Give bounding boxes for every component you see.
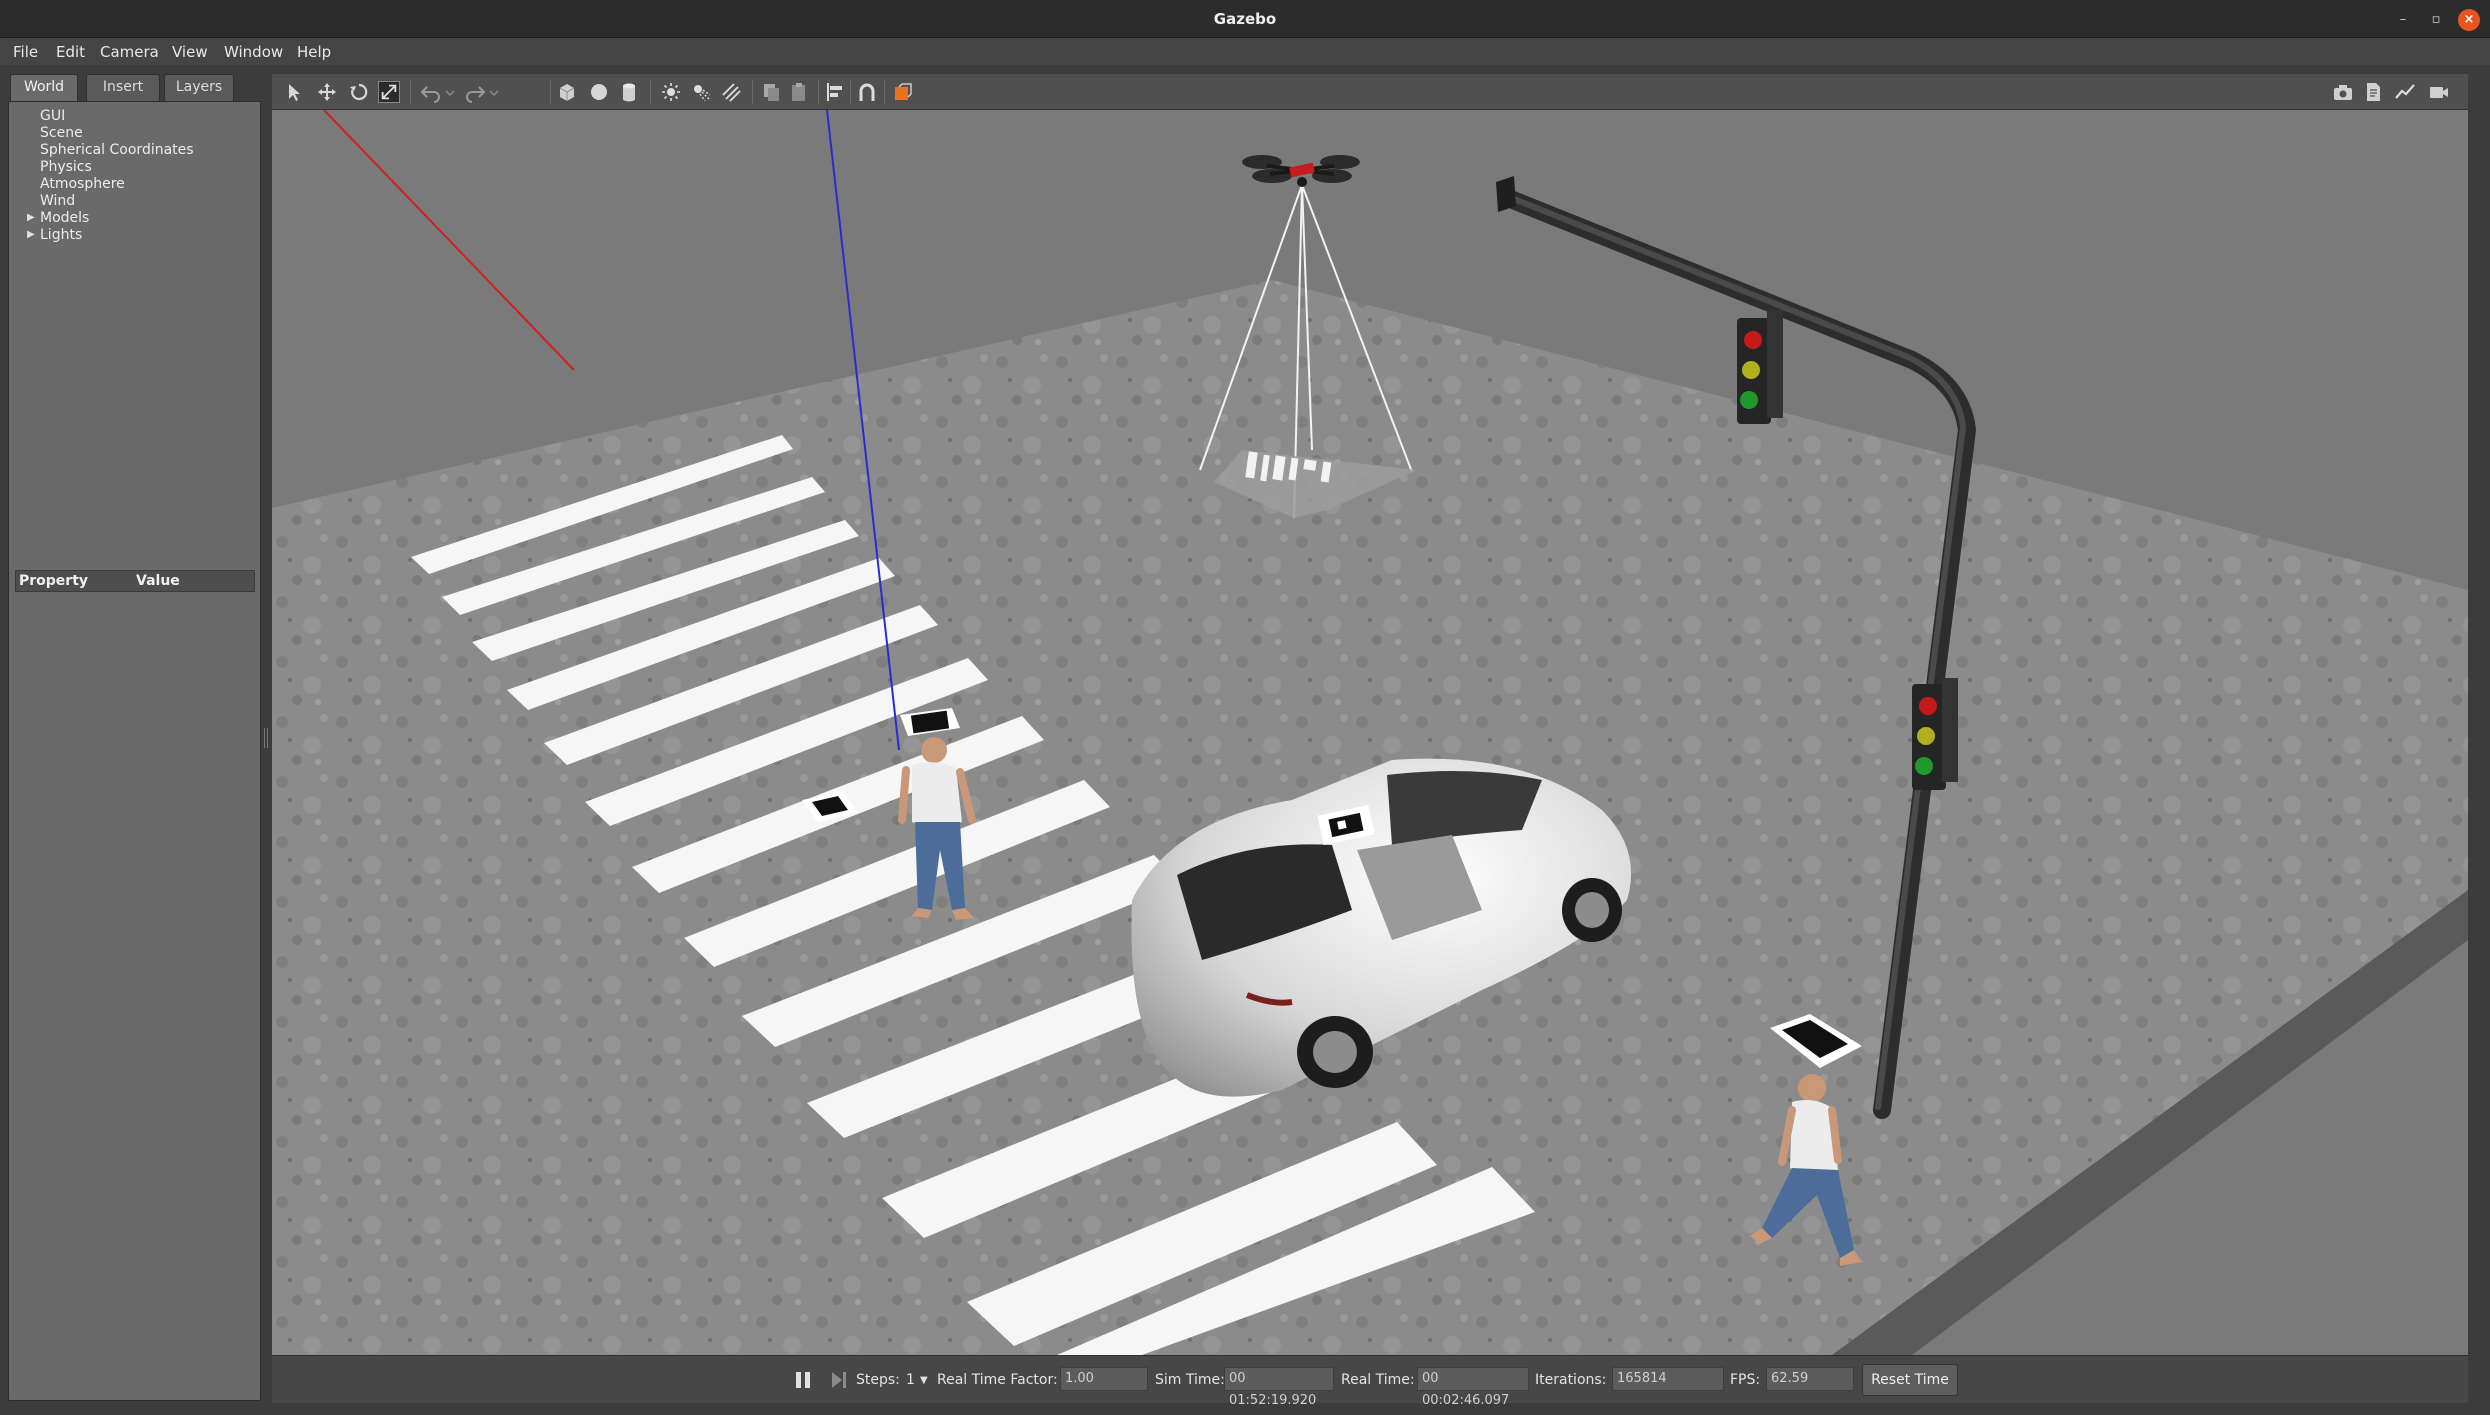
property-table-header: Property Value xyxy=(15,570,255,592)
rotate-icon[interactable] xyxy=(348,81,370,103)
iterations-label: Iterations: xyxy=(1535,1372,1607,1388)
tree-item-lights[interactable]: Lights xyxy=(40,227,82,243)
box-icon[interactable] xyxy=(556,81,578,103)
menu-view[interactable]: View xyxy=(172,43,208,61)
menu-edit[interactable]: Edit xyxy=(56,43,85,61)
tree-item-spherical-coordinates[interactable]: Spherical Coordinates xyxy=(40,142,194,158)
chevron-down-icon[interactable] xyxy=(488,81,500,103)
maximize-icon[interactable]: ▫ xyxy=(2425,9,2447,31)
menu-file[interactable]: File xyxy=(13,43,38,61)
screenshot-icon[interactable] xyxy=(2332,81,2354,103)
tree-item-gui[interactable]: GUI xyxy=(40,108,65,124)
copy-icon[interactable] xyxy=(760,81,782,103)
spot-light-icon[interactable] xyxy=(690,81,712,103)
rtf-field: 1.00 xyxy=(1060,1367,1148,1391)
log-icon[interactable] xyxy=(2362,81,2384,103)
property-column-header: Property xyxy=(19,573,89,589)
tree-item-scene[interactable]: Scene xyxy=(40,125,83,141)
minimize-icon[interactable]: – xyxy=(2392,9,2414,31)
steps-label: Steps: xyxy=(856,1372,900,1388)
scene-viewport[interactable] xyxy=(272,110,2468,1355)
undo-icon[interactable] xyxy=(420,81,442,103)
translate-icon[interactable] xyxy=(316,81,338,103)
reset-time-button[interactable]: Reset Time xyxy=(1862,1364,1958,1396)
sim-time-label: Sim Time: xyxy=(1155,1372,1225,1388)
rtf-label: Real Time Factor: xyxy=(937,1372,1058,1388)
tab-world[interactable]: World xyxy=(10,74,78,101)
sim-time-field: 00 01:52:19.920 xyxy=(1224,1367,1334,1408)
window-title: Gazebo xyxy=(1213,10,1277,28)
tab-insert[interactable]: Insert xyxy=(86,74,160,101)
title-bar: Gazebo – ▫ × xyxy=(0,0,2490,38)
snap-icon[interactable] xyxy=(856,81,878,103)
pause-icon[interactable] xyxy=(794,1370,812,1390)
tree-item-atmosphere[interactable]: Atmosphere xyxy=(40,176,125,192)
select-icon[interactable] xyxy=(284,81,306,103)
real-time-label: Real Time: xyxy=(1341,1372,1415,1388)
tab-layers[interactable]: Layers xyxy=(164,74,234,101)
close-icon[interactable]: × xyxy=(2458,9,2480,31)
fps-label: FPS: xyxy=(1730,1372,1761,1388)
panel-splitter[interactable] xyxy=(264,728,268,748)
align-icon[interactable] xyxy=(824,81,846,103)
video-icon[interactable] xyxy=(2428,81,2450,103)
fps-field: 62.59 xyxy=(1766,1367,1854,1391)
view-angle-icon[interactable] xyxy=(892,81,914,103)
world-tree: GUI Scene Spherical Coordinates Physics … xyxy=(8,101,261,1401)
paste-icon[interactable] xyxy=(788,81,810,103)
steps-dropdown-icon[interactable]: ▼ xyxy=(920,1375,928,1386)
step-icon[interactable] xyxy=(830,1370,848,1390)
chevron-down-icon[interactable] xyxy=(444,81,456,103)
menu-camera[interactable]: Camera xyxy=(100,43,159,61)
left-panel: World Insert Layers GUI Scene Spherical … xyxy=(8,72,261,1404)
real-time-field: 00 00:02:46.097 xyxy=(1417,1367,1529,1408)
menu-bar: File Edit Camera View Window Help xyxy=(0,38,2490,65)
expand-arrow-icon[interactable]: ▶ xyxy=(27,212,35,223)
tree-item-physics[interactable]: Physics xyxy=(40,159,92,175)
directional-light-icon[interactable] xyxy=(720,81,742,103)
cylinder-icon[interactable] xyxy=(618,81,640,103)
status-bar: Steps: 1 ▼ Real Time Factor: 1.00 Sim Ti… xyxy=(272,1355,2468,1408)
toolbar xyxy=(272,74,2468,110)
iterations-field: 165814 xyxy=(1612,1367,1724,1391)
expand-arrow-icon[interactable]: ▶ xyxy=(27,229,35,240)
redo-icon[interactable] xyxy=(464,81,486,103)
sphere-icon[interactable] xyxy=(588,81,610,103)
plot-icon[interactable] xyxy=(2394,81,2416,103)
value-column-header: Value xyxy=(136,573,180,589)
tree-item-wind[interactable]: Wind xyxy=(40,193,75,209)
scale-icon[interactable] xyxy=(378,81,400,103)
point-light-icon[interactable] xyxy=(660,81,682,103)
tree-item-models[interactable]: Models xyxy=(40,210,89,226)
menu-window[interactable]: Window xyxy=(224,43,283,61)
steps-value[interactable]: 1 xyxy=(906,1372,915,1388)
scene-render xyxy=(272,110,2468,1355)
menu-help[interactable]: Help xyxy=(297,43,331,61)
